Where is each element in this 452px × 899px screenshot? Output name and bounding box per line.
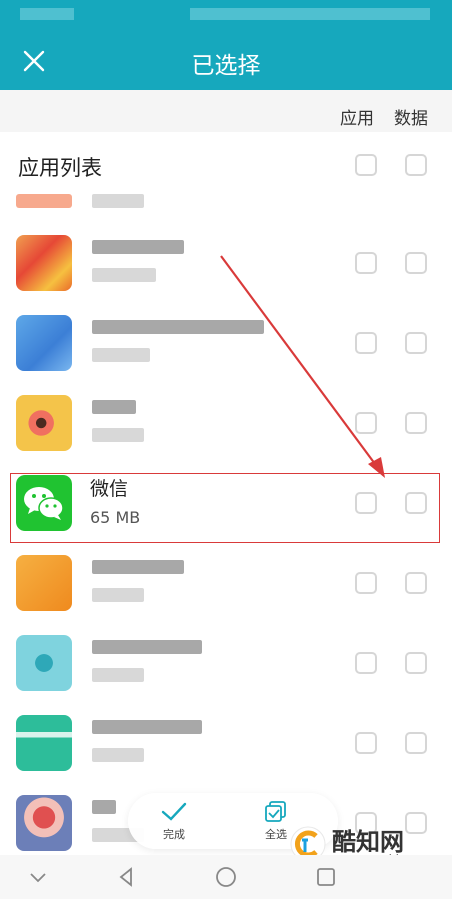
home-icon[interactable] — [214, 865, 238, 889]
annotation-arrow — [220, 255, 385, 478]
check-icon — [161, 802, 187, 821]
back-icon[interactable] — [114, 865, 138, 889]
done-button[interactable]: 完成 — [134, 801, 214, 842]
done-label: 完成 — [163, 828, 185, 841]
select-all-icon — [265, 801, 286, 822]
recents-icon[interactable] — [314, 865, 338, 889]
collapse-icon[interactable] — [26, 865, 50, 889]
navigation-bar — [0, 855, 452, 899]
